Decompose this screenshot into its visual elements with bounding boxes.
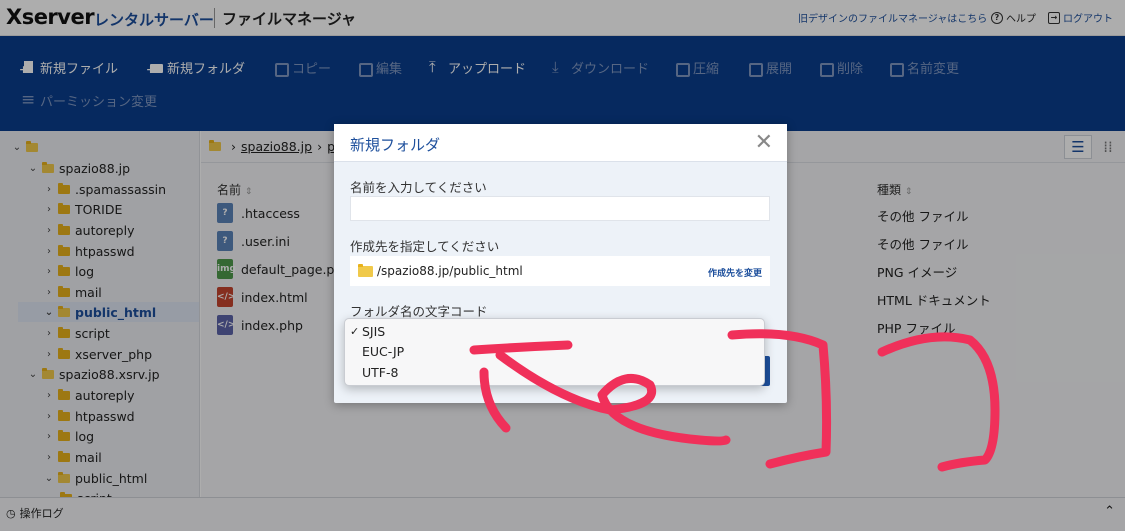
charset-option-euc-jp[interactable]: EUC-JP	[345, 342, 545, 362]
charset-option-utf-8[interactable]: UTF-8	[345, 363, 545, 383]
charset-option-sjis[interactable]: ✓ SJIS	[345, 322, 545, 342]
destination-field: /spazio88.jp/public_html 作成先を変更	[350, 256, 770, 286]
charset-dropdown-list: ✓ SJIS EUC-JP UTF-8	[344, 318, 765, 386]
folder-name-input[interactable]	[350, 196, 770, 221]
option-label: SJIS	[362, 324, 386, 339]
close-icon[interactable]: ✕	[755, 130, 773, 156]
checkmark-icon: ✓	[350, 325, 360, 338]
destination-path: /spazio88.jp/public_html	[377, 264, 523, 278]
destination-label: 作成先を指定してください	[350, 239, 500, 254]
option-label: EUC-JP	[362, 344, 405, 359]
option-label: UTF-8	[362, 365, 399, 380]
dialog-header: 新規フォルダ ✕	[334, 124, 787, 162]
dialog-title: 新規フォルダ	[350, 136, 441, 154]
change-destination-link[interactable]: 作成先を変更	[708, 266, 762, 279]
folder-icon	[358, 263, 373, 277]
name-label: 名前を入力してください	[350, 180, 487, 195]
